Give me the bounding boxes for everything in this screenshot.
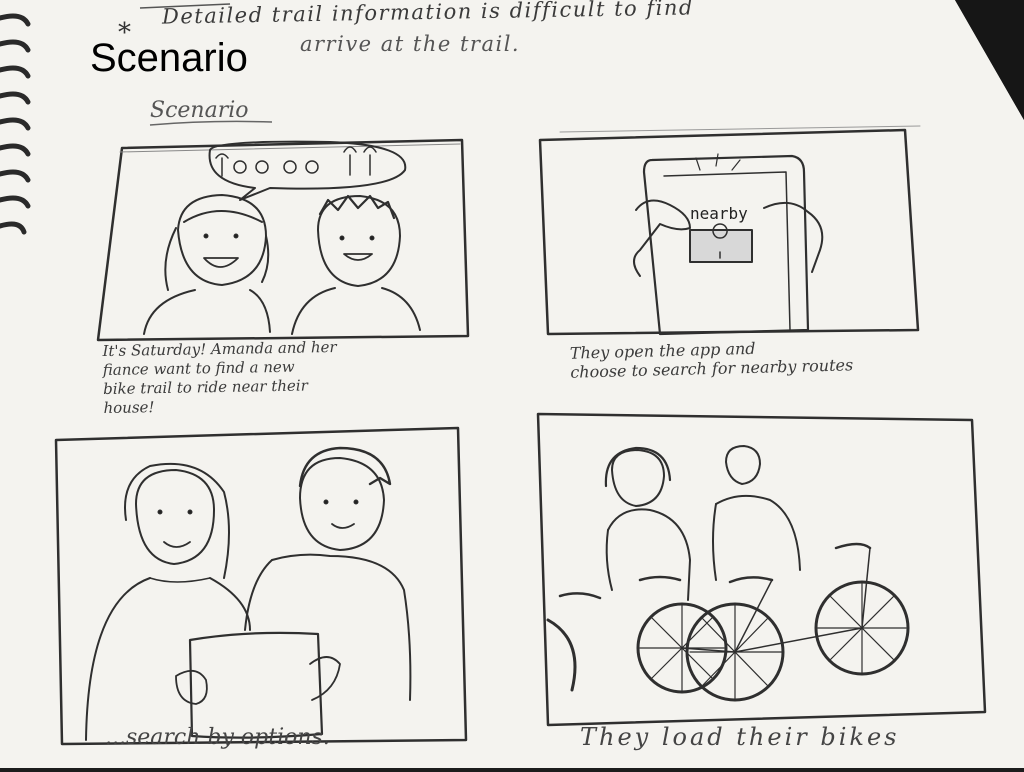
header-bullet-star: * bbox=[118, 18, 131, 48]
slide-title: Scenario bbox=[90, 36, 248, 80]
sketch-photo: Scenario * Detailed trail information is… bbox=[0, 0, 1024, 768]
panel-1-caption: It's Saturday! Amanda and her fiance wan… bbox=[102, 337, 337, 418]
section-label: Scenario bbox=[150, 98, 249, 123]
panel-4-caption: They load their bikes bbox=[580, 723, 900, 751]
header-note-line-2: arrive at the trail. bbox=[300, 32, 521, 56]
phone-nearby-button-label: nearby bbox=[690, 204, 748, 223]
panel-3-caption: ...search by options. bbox=[105, 725, 330, 750]
panel-2-caption: They open the app and choose to search f… bbox=[569, 338, 854, 382]
